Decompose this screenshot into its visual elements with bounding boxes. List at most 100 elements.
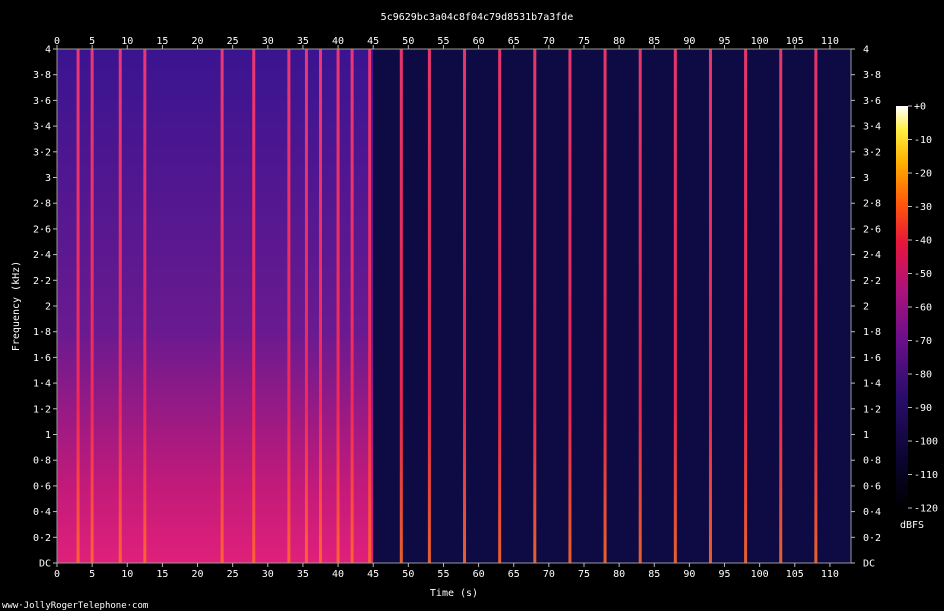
colorbar-tick-label: -90 <box>914 403 932 414</box>
x-bottom-tick-label: 30 <box>262 569 274 580</box>
pulse-16 <box>533 49 537 563</box>
colorbar-label: dBFS <box>900 520 924 531</box>
footer-credit: www·JollyRogerTelephone·com <box>2 601 148 611</box>
x-top-tick-label: 105 <box>786 36 804 47</box>
y-left-tick-label: 3·4 <box>33 122 51 133</box>
y-left-tick-label: 0·8 <box>33 456 51 467</box>
y-left-tick-label: 4 <box>45 45 51 56</box>
colorbar-tick-label: -60 <box>914 303 932 314</box>
pulse-19 <box>638 49 642 563</box>
x-bottom-tick-label: 50 <box>402 569 414 580</box>
pulse-6 <box>287 49 291 563</box>
pulse-23 <box>779 49 783 563</box>
pulse-22 <box>744 49 748 563</box>
y-right-tick-label: 3 <box>863 173 869 184</box>
pulse-13 <box>427 49 431 563</box>
y-left-tick-label: DC <box>39 559 51 570</box>
x-bottom-tick-label: 15 <box>156 569 168 580</box>
pulse-17 <box>568 49 572 563</box>
x-bottom-tick-label: 110 <box>821 569 839 580</box>
pulse-9 <box>336 49 340 563</box>
pulse-7 <box>304 49 308 563</box>
x-bottom-tick-label: 55 <box>437 569 449 580</box>
x-bottom-tick-label: 20 <box>192 569 204 580</box>
colorbar-tick-label: -100 <box>914 437 938 448</box>
y-left-tick-label: 0·4 <box>33 507 51 518</box>
y-left-tick-label: 2 <box>45 302 51 313</box>
x-top-tick-label: 40 <box>332 36 344 47</box>
x-axis-bottom: 0 5 10 15 20 25 30 35 40 45 50 55 60 65 70 75 80 85 90 95 10… <box>54 563 839 580</box>
y-right-tick-label: 0·8 <box>863 456 881 467</box>
y-right-tick-label: 2 <box>863 302 869 313</box>
x-bottom-tick-label: 100 <box>751 569 769 580</box>
y-left-tick-label: 1·2 <box>33 404 51 415</box>
x-top-tick-label: 5 <box>89 36 95 47</box>
pulse-14 <box>463 49 467 563</box>
x-bottom-tick-label: 40 <box>332 569 344 580</box>
x-top-tick-label: 90 <box>683 36 695 47</box>
y-left-tick-label: 2·4 <box>33 250 51 261</box>
pulse-15 <box>498 49 502 563</box>
colorbar-tick-label: -70 <box>914 336 932 347</box>
spectrogram-chart: 5c9629bc3a04c8f04c79d8531b7a3fde 0 5 10 15 2… <box>2 12 938 611</box>
x-top-tick-label: 0 <box>54 36 60 47</box>
colorbar-tick-label: -110 <box>914 470 938 481</box>
x-bottom-tick-label: 25 <box>227 569 239 580</box>
x-top-tick-label: 60 <box>473 36 485 47</box>
y-left-tick-label: 2·2 <box>33 276 51 287</box>
pulse-0 <box>76 49 80 563</box>
x-bottom-tick-label: 5 <box>89 569 95 580</box>
pulse-1 <box>90 49 94 563</box>
y-left-tick-label: 0·6 <box>33 481 51 492</box>
spectral-region-0 <box>57 49 374 563</box>
colorbar-tick-label: -80 <box>914 370 932 381</box>
y-right-tick-label: 2·2 <box>863 276 881 287</box>
spectrogram-image <box>57 49 851 563</box>
y-axis-label: Frequency (kHz) <box>11 261 22 351</box>
y-left-tick-label: 3·6 <box>33 96 51 107</box>
x-top-tick-label: 30 <box>262 36 274 47</box>
colorbar-ticks: +0 -10 -20 -30 -40 -50 -60 -70 -80 -90 -100 -110 -12… <box>908 102 938 515</box>
x-top-tick-label: 45 <box>367 36 379 47</box>
y-left-tick-label: 1·8 <box>33 327 51 338</box>
x-top-tick-label: 20 <box>192 36 204 47</box>
y-left-tick-label: 1 <box>45 430 51 441</box>
y-right-tick-label: 0·2 <box>863 533 881 544</box>
x-bottom-tick-label: 35 <box>297 569 309 580</box>
x-bottom-tick-label: 80 <box>613 569 625 580</box>
colorbar-tick-label: +0 <box>914 102 926 113</box>
y-right-tick-label: 3·4 <box>863 122 881 133</box>
pulse-18 <box>603 49 607 563</box>
x-axis-label: Time (s) <box>430 588 478 599</box>
y-left-tick-label: 3 <box>45 173 51 184</box>
x-top-tick-label: 75 <box>578 36 590 47</box>
x-top-tick-label: 110 <box>821 36 839 47</box>
colorbar-tick-label: -50 <box>914 269 932 280</box>
x-bottom-tick-label: 60 <box>473 569 485 580</box>
pulse-5 <box>252 49 256 563</box>
pulse-3 <box>143 49 147 563</box>
colorbar-tick-label: -30 <box>914 202 932 213</box>
x-bottom-tick-label: 65 <box>508 569 520 580</box>
colorbar-tick-label: -20 <box>914 169 932 180</box>
pulse-10 <box>350 49 354 563</box>
y-right-tick-label: 0·4 <box>863 507 881 518</box>
y-left-tick-label: 2·6 <box>33 224 51 235</box>
y-right-tick-label: 3·8 <box>863 70 881 81</box>
pulse-12 <box>399 49 403 563</box>
x-bottom-tick-label: 45 <box>367 569 379 580</box>
y-right-tick-label: 1·4 <box>863 379 881 390</box>
y-left-tick-label: 1·4 <box>33 379 51 390</box>
pulse-21 <box>708 49 712 563</box>
x-bottom-tick-label: 85 <box>648 569 660 580</box>
x-top-tick-label: 55 <box>437 36 449 47</box>
y-right-tick-label: 0·6 <box>863 481 881 492</box>
x-bottom-tick-label: 10 <box>121 569 133 580</box>
pulse-2 <box>118 49 122 563</box>
y-right-tick-label: 3·6 <box>863 96 881 107</box>
x-bottom-tick-label: 90 <box>683 569 695 580</box>
y-left-tick-label: 3·2 <box>33 147 51 158</box>
x-top-tick-label: 95 <box>718 36 730 47</box>
y-right-tick-label: 2·8 <box>863 199 881 210</box>
colorbar-tick-label: -40 <box>914 236 932 247</box>
